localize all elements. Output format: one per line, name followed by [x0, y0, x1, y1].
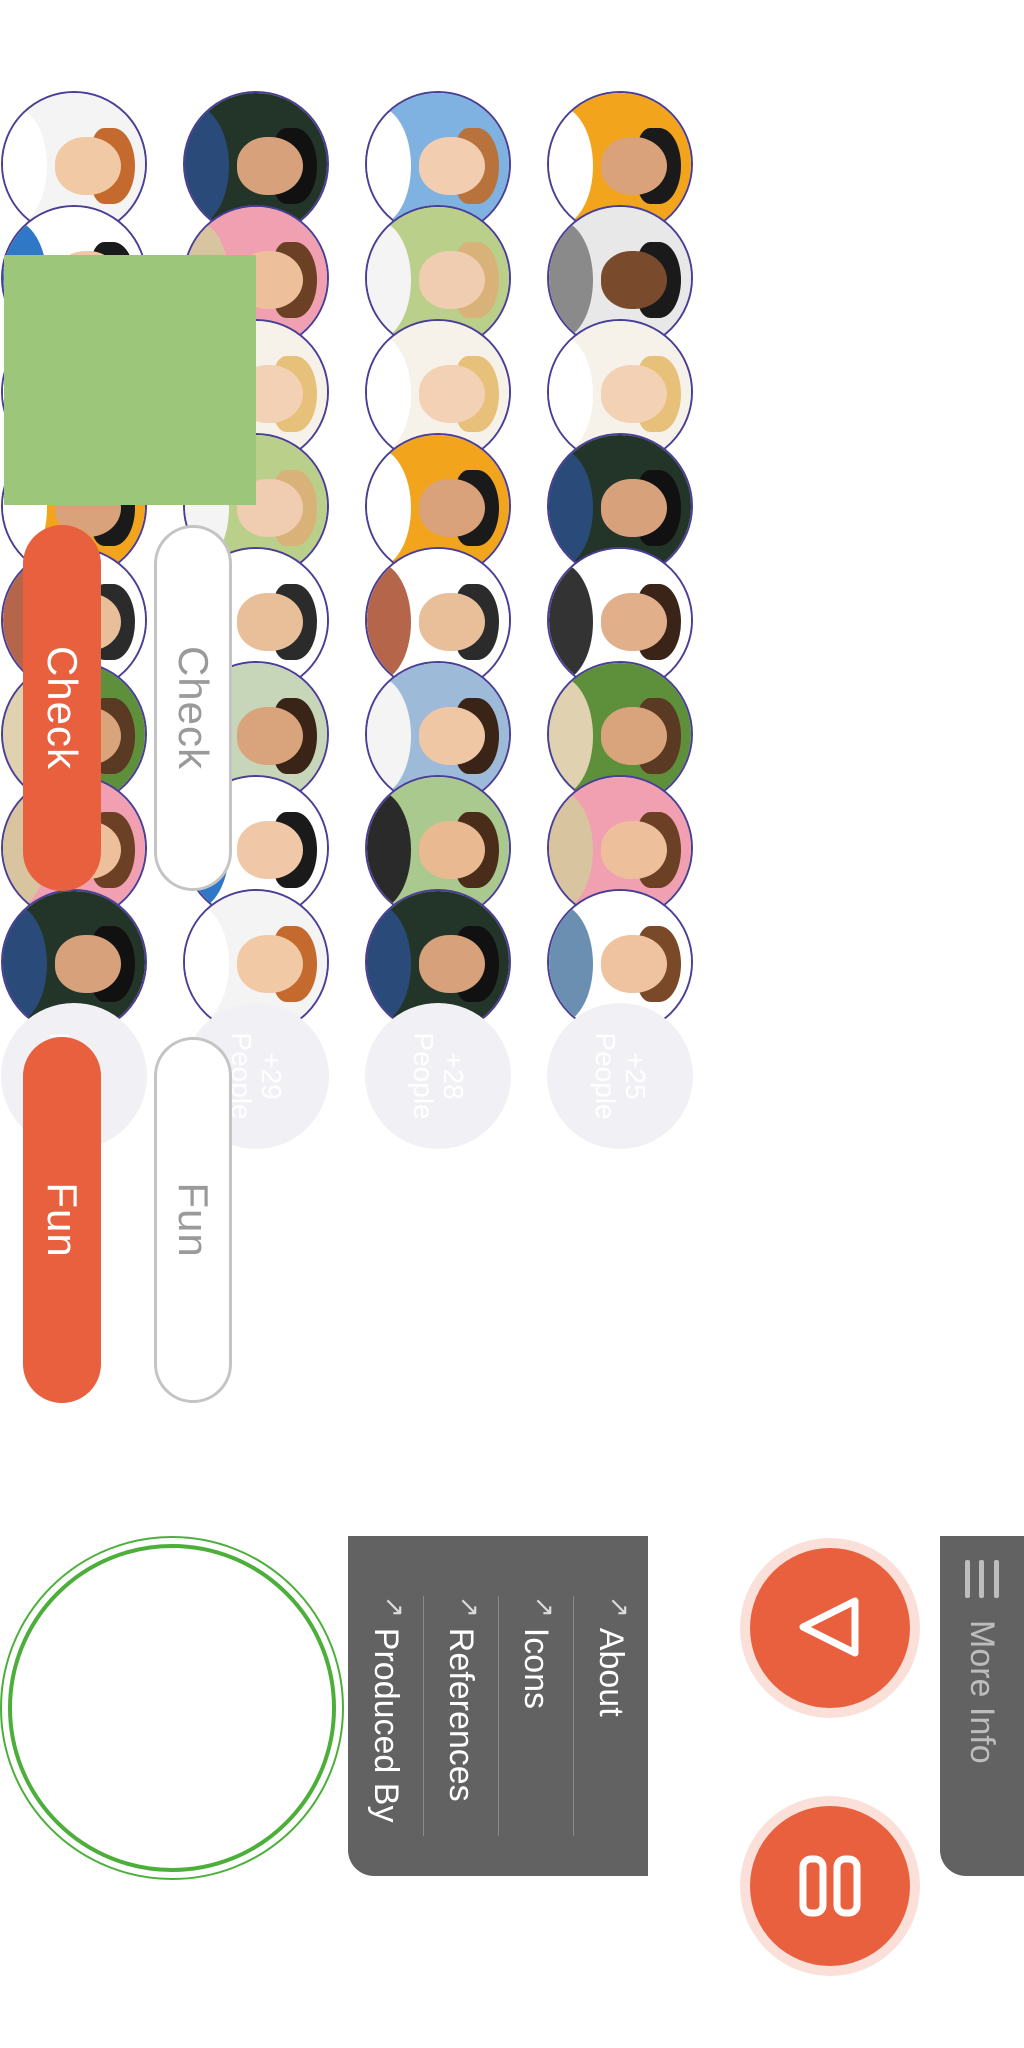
pause-icon [799, 1855, 861, 1917]
fun-button-solid[interactable]: Fun [23, 1037, 101, 1403]
menu-grip-icon [965, 1560, 999, 1598]
menu-divider [498, 1596, 499, 1836]
menu-item-references[interactable]: ↗ References [424, 1596, 498, 1802]
people-count: +25 [620, 1052, 651, 1100]
menu-item-label: About [592, 1627, 631, 1717]
more-info-label: More Info [963, 1620, 1002, 1764]
check-button-outline[interactable]: Check [154, 525, 232, 891]
people-count-badge: +25 People [547, 1003, 693, 1149]
people-count: +28 [438, 1052, 469, 1100]
green-square [4, 255, 256, 505]
external-link-icon: ↗ [605, 1596, 636, 1618]
menu-divider [423, 1596, 424, 1836]
menu-item-label: Produced By [367, 1627, 406, 1823]
menu-panel: ↗ About ↗ Icons ↗ References ↗ Produced … [348, 1536, 648, 1876]
app-canvas: +30People+29People+28People+25People Che… [0, 0, 1024, 2048]
fun-button-outline[interactable]: Fun [154, 1037, 232, 1403]
play-button[interactable] [740, 1538, 920, 1718]
play-icon [799, 1597, 859, 1657]
external-link-icon: ↗ [380, 1596, 411, 1618]
menu-item-produced-by[interactable]: ↗ Produced By [349, 1596, 423, 1822]
menu-item-icons[interactable]: ↗ Icons [499, 1596, 573, 1709]
pause-button[interactable] [740, 1796, 920, 1976]
rotated-layout: +30People+29People+28People+25People Che… [0, 0, 1024, 2048]
people-count: +29 [256, 1052, 287, 1100]
more-info-button[interactable]: More Info [940, 1536, 1024, 1876]
menu-item-about[interactable]: ↗ About [574, 1596, 648, 1717]
menu-item-label: Icons [517, 1627, 556, 1710]
menu-divider [573, 1596, 574, 1836]
people-count-label: People [590, 1032, 621, 1120]
avatar-row: +28 People [361, 91, 511, 1191]
people-count-badge: +28 People [365, 1003, 511, 1149]
menu-item-label: References [442, 1627, 481, 1802]
progress-ring [0, 1536, 344, 1880]
external-link-icon: ↗ [455, 1596, 486, 1618]
people-count-label: People [408, 1032, 439, 1120]
external-link-icon: ↗ [530, 1596, 561, 1618]
avatar-row: +25 People [543, 91, 693, 1191]
check-button-solid[interactable]: Check [23, 525, 101, 891]
